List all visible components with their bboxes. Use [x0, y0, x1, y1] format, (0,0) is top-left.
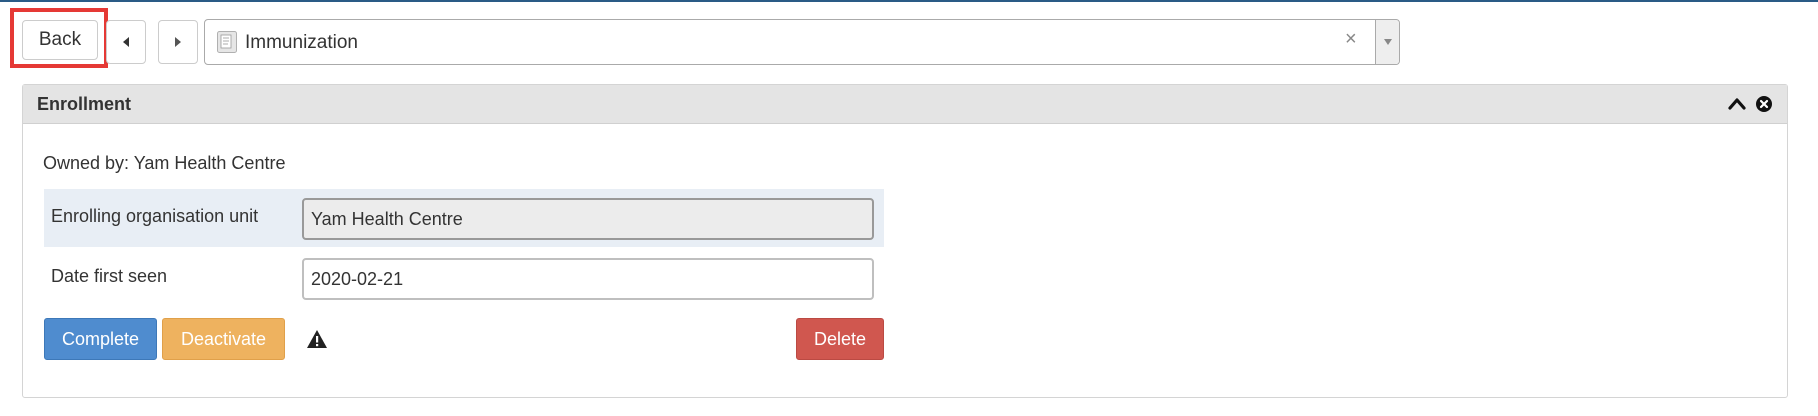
date-first-seen-row: Date first seen	[44, 249, 884, 307]
caret-right-icon	[175, 37, 181, 47]
panel-title: Enrollment	[37, 94, 132, 114]
owned-by-text: Owned by: Yam Health Centre	[43, 153, 286, 173]
window-top-border	[0, 0, 1818, 2]
enrolling-org-unit-field[interactable]	[302, 198, 874, 240]
program-form-icon	[217, 31, 237, 53]
caret-down-icon	[1383, 39, 1392, 45]
back-button[interactable]: Back	[22, 20, 98, 60]
warning-icon	[307, 330, 327, 348]
next-button[interactable]	[158, 20, 198, 64]
program-select[interactable]: Immunization ×	[204, 19, 1400, 65]
clear-icon[interactable]: ×	[1345, 28, 1357, 51]
deactivate-button[interactable]: Deactivate	[162, 318, 285, 360]
delete-button[interactable]: Delete	[796, 318, 884, 360]
enrollment-panel: Enrollment Owned by: Yam Health Centre E…	[22, 84, 1788, 398]
panel-heading: Enrollment	[23, 85, 1787, 124]
enrolling-org-unit-row: Enrolling organisation unit	[44, 189, 884, 247]
date-first-seen-field[interactable]	[302, 258, 874, 300]
program-select-value: Immunization	[245, 32, 358, 53]
close-circle-icon[interactable]	[1756, 96, 1772, 112]
select-dropdown-toggle[interactable]	[1376, 20, 1399, 64]
complete-button[interactable]: Complete	[44, 318, 157, 360]
date-first-seen-label: Date first seen	[51, 266, 168, 286]
previous-button[interactable]	[106, 20, 146, 64]
chevron-up-icon[interactable]	[1727, 94, 1747, 114]
enrolling-org-unit-label: Enrolling organisation unit	[51, 206, 259, 226]
caret-left-icon	[123, 37, 129, 47]
